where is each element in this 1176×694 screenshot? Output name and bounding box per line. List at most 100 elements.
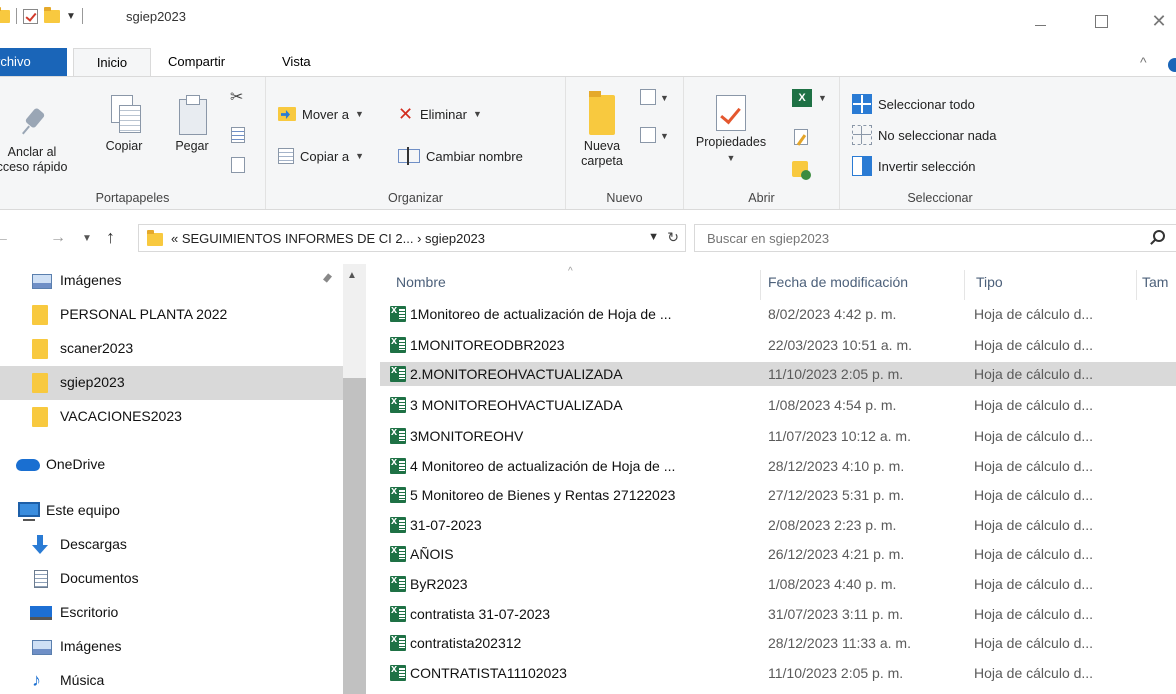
- close-button[interactable]: ✕: [1136, 6, 1176, 36]
- properties-button[interactable]: Propiedades ▼: [690, 95, 772, 166]
- breadcrumb[interactable]: « SEGUIMIENTOS INFORMES DE CI 2... › sgi…: [171, 231, 485, 246]
- file-row[interactable]: 2.MONITOREOHVACTUALIZADA 11/10/2023 2:05…: [380, 362, 1176, 386]
- pin-quick-access-button[interactable]: Anclar al cceso rápido: [0, 107, 68, 175]
- file-name: 3 MONITOREOHVACTUALIZADA: [410, 397, 623, 413]
- file-type: Hoja de cálculo d...: [974, 337, 1094, 353]
- select-none-button[interactable]: No seleccionar nada: [852, 124, 997, 146]
- divider: [16, 8, 17, 24]
- file-row[interactable]: 1MONITOREODBR2023 22/03/2023 10:51 a. m.…: [380, 333, 1176, 357]
- scroll-up-icon[interactable]: ▲: [347, 270, 357, 281]
- tab-inicio[interactable]: Inicio: [73, 48, 151, 77]
- file-row[interactable]: contratista202312 28/12/2023 11:33 a. m.…: [380, 631, 1176, 655]
- easy-access-icon[interactable]: [640, 127, 656, 143]
- chevron-down-icon[interactable]: ▼: [660, 93, 669, 103]
- copy-button[interactable]: Copiar: [100, 95, 148, 154]
- chevron-down-icon: ▼: [472, 109, 482, 119]
- window-title: sgiep2023: [126, 9, 186, 24]
- file-row[interactable]: 3MONITOREOHV 11/07/2023 10:12 a. m. Hoja…: [380, 424, 1176, 448]
- excel-file-icon: [390, 304, 406, 322]
- delete-button[interactable]: ✕ Eliminar ▼: [398, 103, 482, 125]
- column-header-size[interactable]: Tam: [1142, 264, 1176, 300]
- address-bar[interactable]: « SEGUIMIENTOS INFORMES DE CI 2... › sgi…: [138, 224, 686, 252]
- copy-path-icon[interactable]: [231, 127, 245, 143]
- column-divider[interactable]: [760, 270, 761, 300]
- nav-item-descargas[interactable]: Descargas: [0, 528, 343, 562]
- file-row[interactable]: 31-07-2023 2/08/2023 2:23 p. m. Hoja de …: [380, 513, 1176, 537]
- delete-icon: ✕: [398, 104, 414, 124]
- nav-item-vacaciones2023[interactable]: VACACIONES2023: [0, 400, 343, 434]
- copy-to-label: Copiar a: [300, 148, 350, 164]
- chevron-down-icon[interactable]: ▼: [660, 131, 669, 141]
- nav-item-scaner2023[interactable]: scaner2023: [0, 332, 343, 366]
- tab-archivo[interactable]: rchivo: [0, 48, 67, 76]
- recent-locations-icon[interactable]: ▼: [82, 233, 92, 244]
- new-item-icon[interactable]: [640, 89, 656, 105]
- paste-button[interactable]: Pegar: [168, 95, 216, 154]
- file-row[interactable]: 4 Monitoreo de actualización de Hoja de …: [380, 454, 1176, 478]
- ribbon: Anclar al cceso rápido Copiar Pegar ✂ Po…: [0, 76, 1176, 210]
- select-all-label: Seleccionar todo: [878, 96, 975, 112]
- collapse-ribbon-icon[interactable]: ^: [1140, 54, 1147, 70]
- search-box[interactable]: [694, 224, 1176, 252]
- folder-icon: [32, 373, 48, 393]
- up-arrow-icon[interactable]: ↑: [106, 227, 115, 248]
- new-folder-quick-icon[interactable]: [44, 6, 60, 23]
- column-header-name[interactable]: Nombre ^: [396, 264, 756, 300]
- forward-arrow-icon[interactable]: →: [50, 229, 66, 247]
- file-row[interactable]: CONTRATISTA11102023 11/10/2023 2:05 p. m…: [380, 661, 1176, 685]
- customize-toolbar-icon[interactable]: ▼: [66, 11, 76, 22]
- cut-icon[interactable]: ✂: [230, 89, 246, 107]
- nav-item-imagenes-quick[interactable]: Imágenes: [0, 264, 343, 298]
- file-row[interactable]: 3 MONITOREOHVACTUALIZADA 1/08/2023 4:54 …: [380, 393, 1176, 417]
- nav-item-documentos[interactable]: Documentos: [0, 562, 343, 596]
- column-header-type[interactable]: Tipo: [976, 264, 1126, 300]
- file-row[interactable]: AÑOIS 26/12/2023 4:21 p. m. Hoja de cálc…: [380, 542, 1176, 566]
- file-name: contratista 31-07-2023: [410, 606, 551, 622]
- chevron-down-icon[interactable]: ▼: [818, 93, 827, 103]
- minimize-button[interactable]: [1018, 6, 1064, 36]
- search-icon[interactable]: [1153, 230, 1165, 242]
- nav-item-onedrive[interactable]: OneDrive: [0, 448, 343, 482]
- properties-quick-icon[interactable]: [23, 8, 38, 24]
- file-row[interactable]: contratista 31-07-2023 31/07/2023 3:11 p…: [380, 602, 1176, 626]
- move-to-button[interactable]: Mover a ▼: [278, 103, 364, 125]
- nav-pane-scrollbar[interactable]: ▲: [343, 264, 366, 694]
- file-list: Nombre ^ Fecha de modificación Tipo Tam …: [366, 264, 1176, 694]
- paste-shortcut-icon[interactable]: [231, 157, 245, 173]
- address-dropdown-icon[interactable]: ▼: [648, 231, 659, 243]
- desktop-icon: [30, 606, 52, 620]
- file-row[interactable]: 1Monitoreo de actualización de Hoja de .…: [380, 302, 1176, 326]
- column-divider[interactable]: [1136, 270, 1137, 300]
- paste-icon: [177, 95, 207, 135]
- back-arrow-icon[interactable]: ←: [0, 229, 10, 247]
- nav-item-label: Este equipo: [46, 502, 120, 518]
- nav-item-personal-planta[interactable]: PERSONAL PLANTA 2022: [0, 298, 343, 332]
- invert-selection-button[interactable]: Invertir selección: [852, 155, 976, 177]
- history-icon[interactable]: [792, 161, 811, 180]
- divider: [81, 8, 83, 24]
- select-all-button[interactable]: Seleccionar todo: [852, 93, 975, 115]
- nav-item-imagenes[interactable]: Imágenes: [0, 630, 343, 664]
- rename-icon: [398, 147, 420, 165]
- rename-button[interactable]: Cambiar nombre: [398, 145, 523, 167]
- edit-icon[interactable]: [794, 129, 808, 145]
- scrollbar-thumb[interactable]: [343, 378, 366, 694]
- column-divider[interactable]: [964, 270, 965, 300]
- nav-item-sgiep2023[interactable]: sgiep2023: [0, 366, 343, 400]
- nav-item-musica[interactable]: ♪ Música: [0, 664, 343, 694]
- file-row[interactable]: ByR2023 1/08/2023 4:40 p. m. Hoja de cál…: [380, 572, 1176, 596]
- copy-to-button[interactable]: Copiar a ▼: [278, 145, 364, 167]
- nav-item-escritorio[interactable]: Escritorio: [0, 596, 343, 630]
- help-icon[interactable]: [1168, 58, 1176, 72]
- excel-open-icon[interactable]: X: [792, 89, 812, 107]
- new-folder-button[interactable]: Nueva carpeta: [572, 91, 632, 169]
- column-header-date[interactable]: Fecha de modificación: [768, 264, 958, 300]
- refresh-icon[interactable]: ↻: [667, 229, 679, 246]
- maximize-button[interactable]: [1078, 6, 1124, 36]
- nav-item-este-equipo[interactable]: Este equipo: [0, 494, 343, 528]
- search-input[interactable]: [707, 225, 1147, 251]
- tab-compartir[interactable]: Compartir: [158, 48, 235, 76]
- file-row[interactable]: 5 Monitoreo de Bienes y Rentas 27122023 …: [380, 483, 1176, 507]
- tab-vista[interactable]: Vista: [272, 48, 321, 76]
- move-to-label: Mover a: [302, 106, 349, 122]
